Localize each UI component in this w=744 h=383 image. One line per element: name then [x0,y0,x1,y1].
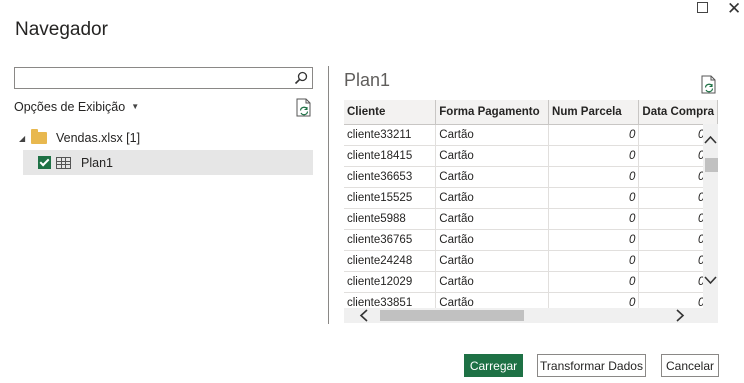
horizontal-scrollbar[interactable] [344,308,718,323]
tree-root-workbook[interactable]: ◢ Vendas.xlsx [1] [19,128,309,148]
panel-divider [328,66,329,324]
column-header[interactable]: Num Parcela [548,100,640,125]
table-cell[interactable]: Cartão [435,250,550,272]
scroll-right-icon[interactable] [674,308,686,323]
tree-root-label: Vendas.xlsx [1] [56,131,141,145]
table-cell[interactable]: Cartão [435,166,550,188]
expand-arrow-icon[interactable]: ◢ [19,134,31,143]
table-row: cliente24248Cartão003, [344,250,718,272]
column-header[interactable]: Cliente [344,100,437,125]
vertical-scrollbar[interactable] [703,124,718,308]
plan1-checkbox[interactable] [38,156,51,169]
scroll-left-icon[interactable] [358,308,370,323]
table-row: cliente33211Cartão001, [344,124,718,146]
table-cell[interactable]: 0 [548,271,640,293]
transform-data-button[interactable]: Transformar Dados [537,354,646,377]
search-icon[interactable] [294,71,308,85]
table-row: cliente5988Cartão002, [344,208,718,230]
table-cell[interactable]: 0 [548,229,640,251]
table-cell[interactable]: cliente33211 [344,124,437,146]
table-cell[interactable]: Cartão [435,208,550,230]
tree-item-label: Plan1 [81,155,113,170]
table-cell[interactable]: 0 [548,208,640,230]
search-input[interactable] [14,67,313,89]
horizontal-scroll-thumb[interactable] [380,310,524,321]
table-cell[interactable]: cliente18415 [344,145,437,167]
table-cell[interactable]: cliente12029 [344,271,437,293]
table-row: cliente36653Cartão001, [344,166,718,188]
table-cell[interactable]: 0 [548,166,640,188]
maximize-icon[interactable] [697,2,708,13]
tree-item-plan1[interactable]: Plan1 [23,150,313,175]
dialog-title: Navegador [15,19,108,40]
table-cell[interactable]: cliente36765 [344,229,437,251]
table-cell[interactable]: Cartão [435,187,550,209]
folder-icon [31,129,47,144]
scroll-down-icon[interactable] [703,274,718,286]
table-row: cliente18415Cartão001, [344,145,718,167]
cancel-button[interactable]: Cancelar [661,354,719,377]
table-cell[interactable]: cliente5988 [344,208,437,230]
table-cell[interactable]: Cartão [435,271,550,293]
column-header[interactable]: Data Compra [638,100,718,125]
load-button[interactable]: Carregar [464,354,523,377]
table-cell[interactable]: 0 [548,145,640,167]
caret-down-icon: ▼ [131,102,140,111]
table-cell[interactable]: Cartão [435,124,550,146]
view-options-label: Opções de Exibição [14,100,126,114]
table-cell[interactable]: 0 [548,250,640,272]
table-row: cliente12029Cartão004, [344,271,718,293]
preview-table[interactable]: Cliente Forma Pagamento Num Parcela Data… [344,100,718,323]
table-row: cliente36765Cartão002, [344,229,718,251]
view-options-dropdown[interactable]: Opções de Exibição ▼ [14,100,139,114]
preview-title: Plan1 [344,70,391,90]
table-cell[interactable]: Cartão [435,145,550,167]
table-cell[interactable]: 0 [548,187,640,209]
table-cell[interactable]: cliente36653 [344,166,437,188]
table-cell[interactable]: Cartão [435,229,550,251]
close-icon[interactable]: ✕ [727,0,741,19]
table-icon [56,156,71,169]
table-row: cliente15525Cartão002, [344,187,718,209]
table-header-row: Cliente Forma Pagamento Num Parcela Data… [344,100,718,125]
column-header[interactable]: Forma Pagamento [435,100,550,125]
vertical-scroll-thumb[interactable] [705,158,718,172]
refresh-icon[interactable] [296,98,312,117]
refresh-preview-icon[interactable] [701,75,717,94]
table-cell[interactable]: cliente15525 [344,187,437,209]
scroll-up-icon[interactable] [703,134,718,146]
table-cell[interactable]: 0 [548,124,640,146]
table-cell[interactable]: cliente24248 [344,250,437,272]
